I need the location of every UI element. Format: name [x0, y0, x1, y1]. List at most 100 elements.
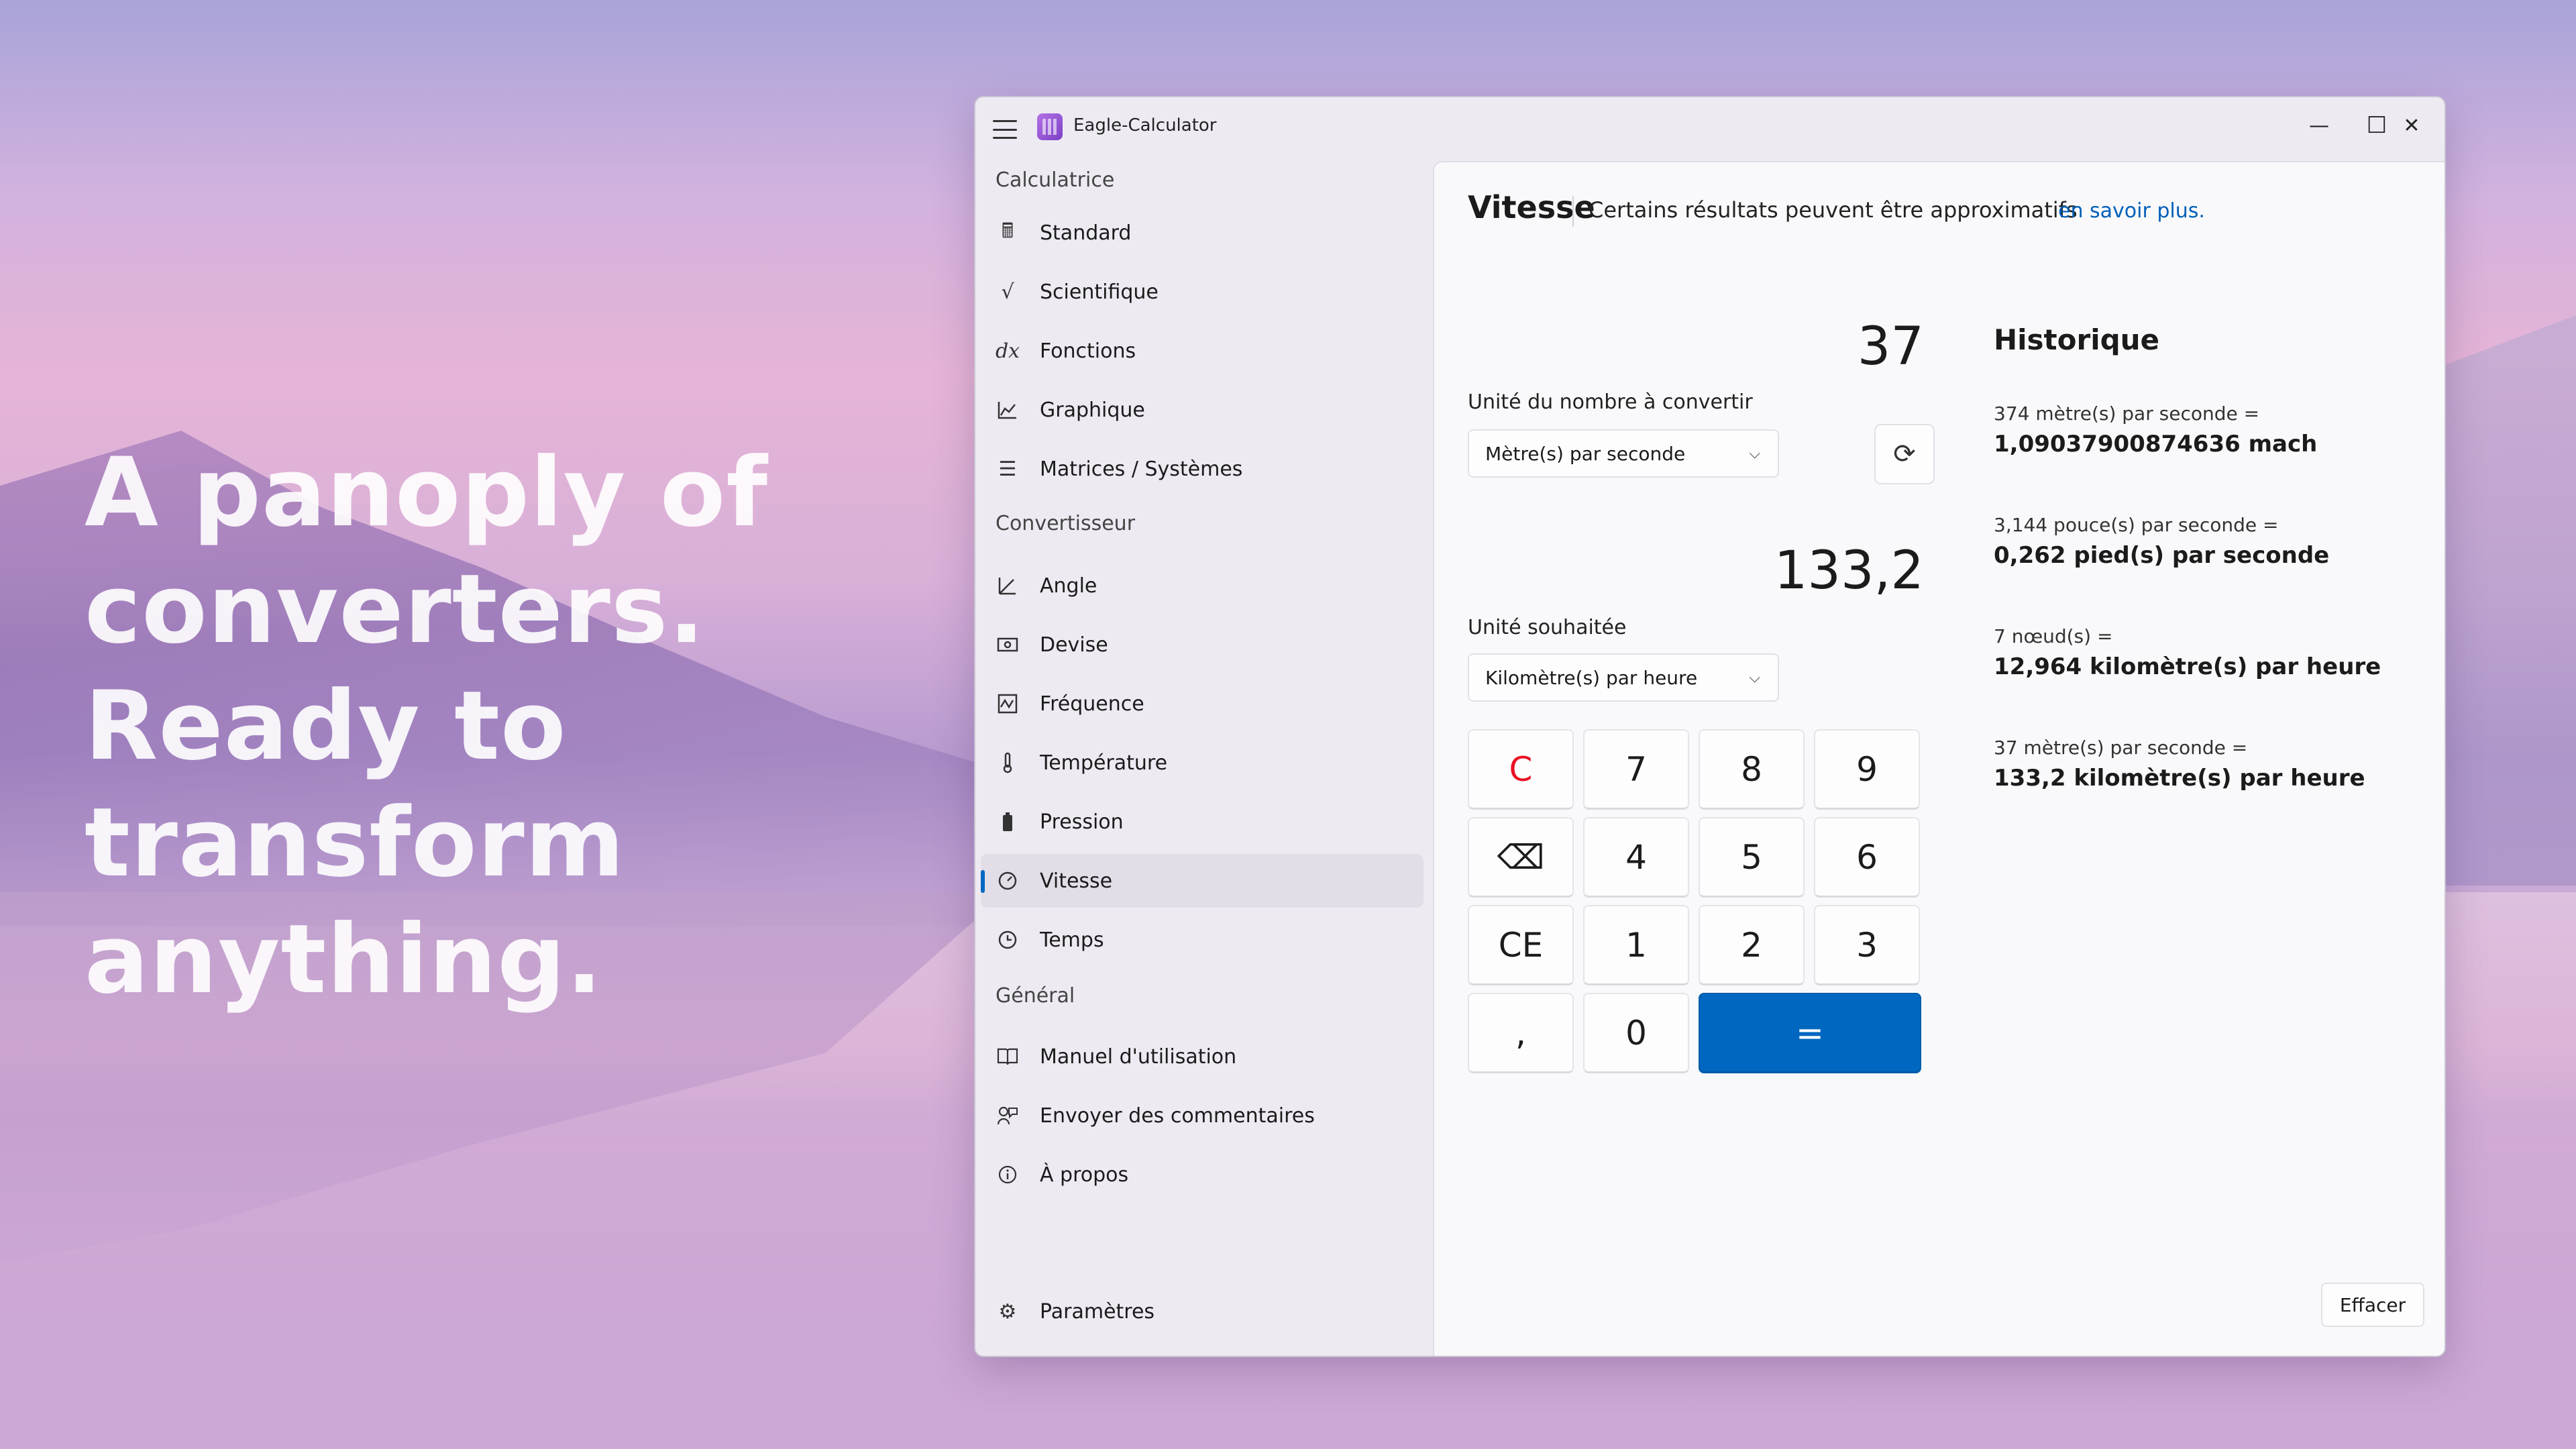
- keypad: C 7 8 9 ⌫ 4 5 6 CE 1 2 3 , 0 =: [1468, 729, 1921, 1073]
- sidebar-item-label: À propos: [1040, 1163, 1129, 1187]
- sidebar-item-manual[interactable]: Manuel d'utilisation: [981, 1030, 1424, 1083]
- to-unit-value: Kilomètre(s) par heure: [1485, 666, 1698, 689]
- sidebar-item-label: Fonctions: [1040, 339, 1136, 363]
- history-expression[interactable]: 374 mètre(s) par seconde =: [1994, 402, 2259, 425]
- history-expression[interactable]: 37 mètre(s) par seconde =: [1994, 737, 2247, 759]
- minimize-button[interactable]: —: [2289, 105, 2349, 146]
- from-unit-label: Unité du nombre à convertir: [1468, 390, 1753, 414]
- history-result[interactable]: 1,09037900874636 mach: [1994, 431, 2317, 458]
- converter-panel: Vitesse Certains résultats peuvent être …: [1433, 161, 2445, 1356]
- hamburger-menu-icon[interactable]: [991, 116, 1018, 143]
- thermometer-icon: [994, 749, 1021, 776]
- approximation-notice: Certains résultats peuvent être approxim…: [1589, 197, 2078, 223]
- sidebar-item-pressure[interactable]: Pression: [981, 795, 1424, 849]
- sidebar-item-label: Manuel d'utilisation: [1040, 1044, 1237, 1069]
- sidebar-item-scientific[interactable]: √ Scientifique: [981, 265, 1424, 319]
- sidebar: Calculatrice 🖩 Standard √ Scientifique d…: [975, 158, 1430, 1356]
- digit-9-key[interactable]: 9: [1814, 729, 1920, 810]
- output-value: 133,2: [1774, 541, 1924, 601]
- sidebar-item-label: Température: [1040, 751, 1168, 775]
- sidebar-item-time[interactable]: Temps: [981, 913, 1424, 967]
- history-expression[interactable]: 3,144 pouce(s) par seconde =: [1994, 514, 2278, 536]
- decimal-separator-key[interactable]: ,: [1468, 993, 1574, 1073]
- input-value[interactable]: 37: [1468, 317, 1924, 377]
- frequency-icon: [994, 690, 1021, 717]
- app-logo-icon: [1037, 113, 1063, 140]
- digit-2-key[interactable]: 2: [1699, 905, 1805, 985]
- sidebar-item-about[interactable]: À propos: [981, 1148, 1424, 1201]
- feedback-icon: [994, 1102, 1021, 1129]
- backspace-key[interactable]: ⌫: [1468, 817, 1574, 898]
- to-unit-dropdown[interactable]: Kilomètre(s) par heure ⌵: [1468, 653, 1779, 702]
- sidebar-item-settings[interactable]: ⚙ Paramètres: [981, 1285, 1424, 1338]
- digit-7-key[interactable]: 7: [1583, 729, 1689, 810]
- calculator-icon: 🖩: [1002, 219, 1014, 243]
- sidebar-item-label: Matrices / Systèmes: [1040, 457, 1243, 481]
- digit-1-key[interactable]: 1: [1583, 905, 1689, 985]
- sidebar-item-feedback[interactable]: Envoyer des commentaires: [981, 1089, 1424, 1142]
- list-icon: ☰: [998, 457, 1017, 481]
- sidebar-item-label: Graphique: [1040, 398, 1145, 422]
- speedometer-icon: [994, 867, 1021, 894]
- from-unit-dropdown[interactable]: Mètre(s) par seconde ⌵: [1468, 429, 1779, 478]
- pressure-icon: [994, 808, 1021, 835]
- history-result[interactable]: 133,2 kilomètre(s) par heure: [1994, 765, 2365, 792]
- gear-icon: ⚙: [998, 1299, 1017, 1324]
- sidebar-item-temperature[interactable]: Température: [981, 736, 1424, 790]
- sidebar-item-functions[interactable]: dx Fonctions: [981, 324, 1424, 378]
- square-root-icon: √: [1001, 280, 1014, 304]
- clear-entry-key[interactable]: CE: [1468, 905, 1574, 985]
- sidebar-item-currency[interactable]: Devise: [981, 618, 1424, 672]
- angle-icon: [994, 572, 1021, 599]
- close-button[interactable]: ✕: [2381, 105, 2442, 146]
- app-title: Eagle-Calculator: [1073, 115, 1217, 136]
- digit-4-key[interactable]: 4: [1583, 817, 1689, 898]
- chevron-down-icon: ⌵: [1749, 669, 1760, 686]
- sidebar-item-label: Standard: [1040, 221, 1132, 245]
- app-window: Eagle-Calculator — ☐ ✕ Calculatrice 🖩 St…: [974, 96, 2446, 1357]
- history-result[interactable]: 12,964 kilomètre(s) par heure: [1994, 653, 2381, 680]
- to-unit-label: Unité souhaitée: [1468, 616, 1627, 639]
- book-icon: [994, 1043, 1021, 1070]
- sidebar-item-label: Envoyer des commentaires: [1040, 1104, 1315, 1128]
- digit-0-key[interactable]: 0: [1583, 993, 1689, 1073]
- history-expression[interactable]: 7 nœud(s) =: [1994, 625, 2112, 647]
- sidebar-item-label: Temps: [1040, 928, 1104, 952]
- hero-tagline: A panoply of converters. Ready to transf…: [85, 437, 769, 1015]
- sidebar-item-label: Paramètres: [1040, 1299, 1155, 1324]
- sidebar-item-label: Fréquence: [1040, 692, 1144, 716]
- refresh-icon: ⟳: [1893, 439, 1916, 470]
- derivative-icon: dx: [995, 339, 1020, 363]
- history-title: Historique: [1994, 323, 2160, 356]
- sidebar-item-label: Vitesse: [1040, 869, 1113, 893]
- sidebar-item-label: Angle: [1040, 574, 1097, 598]
- sidebar-item-speed[interactable]: Vitesse: [981, 854, 1424, 908]
- title-bar: Eagle-Calculator — ☐ ✕: [975, 97, 2445, 158]
- digit-8-key[interactable]: 8: [1699, 729, 1805, 810]
- sidebar-item-matrices[interactable]: ☰ Matrices / Systèmes: [981, 442, 1424, 496]
- page-title: Vitesse: [1468, 189, 1595, 225]
- sidebar-item-standard[interactable]: 🖩 Standard: [981, 206, 1424, 260]
- clear-key[interactable]: C: [1468, 729, 1574, 810]
- digit-3-key[interactable]: 3: [1814, 905, 1920, 985]
- history-result[interactable]: 0,262 pied(s) par seconde: [1994, 542, 2329, 569]
- sidebar-item-frequency[interactable]: Fréquence: [981, 677, 1424, 731]
- chevron-down-icon: ⌵: [1749, 445, 1760, 462]
- sidebar-item-graph[interactable]: Graphique: [981, 383, 1424, 437]
- section-converter: Convertisseur: [996, 512, 1136, 535]
- sidebar-item-angle[interactable]: Angle: [981, 559, 1424, 612]
- clock-icon: [994, 926, 1021, 953]
- digit-5-key[interactable]: 5: [1699, 817, 1805, 898]
- learn-more-link[interactable]: en savoir plus.: [2058, 199, 2205, 223]
- title-divider: [1572, 196, 1574, 227]
- section-general: Général: [996, 984, 1075, 1008]
- currency-icon: [994, 631, 1021, 658]
- chart-icon: [994, 396, 1021, 423]
- digit-6-key[interactable]: 6: [1814, 817, 1920, 898]
- equals-key[interactable]: =: [1699, 993, 1921, 1073]
- swap-units-button[interactable]: ⟳: [1874, 424, 1935, 484]
- section-calculator: Calculatrice: [996, 168, 1115, 192]
- sidebar-item-label: Pression: [1040, 810, 1124, 834]
- clear-history-button[interactable]: Effacer: [2321, 1283, 2424, 1327]
- sidebar-item-label: Scientifique: [1040, 280, 1159, 304]
